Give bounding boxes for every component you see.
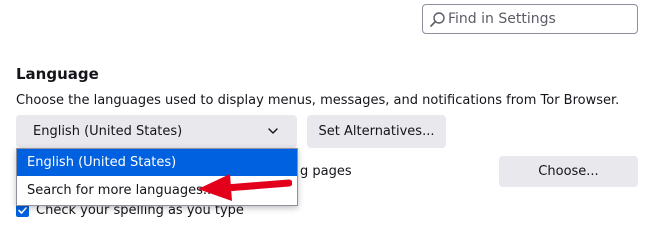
language-description: Choose the languages used to display men…	[16, 93, 620, 108]
choose-button[interactable]: Choose...	[499, 156, 638, 187]
language-select-value: English (United States)	[33, 124, 183, 139]
language-select[interactable]: English (United States)	[16, 115, 297, 148]
language-heading: Language	[16, 65, 99, 83]
search-input[interactable]: Find in Settings	[422, 4, 638, 34]
partial-label-text: g pages	[300, 164, 352, 179]
chevron-down-icon	[268, 128, 278, 134]
search-icon	[430, 12, 445, 27]
search-placeholder: Find in Settings	[448, 11, 556, 27]
red-arrow-annotation	[198, 174, 292, 201]
set-alternatives-button[interactable]: Set Alternatives...	[307, 115, 446, 148]
checkmark-icon	[18, 207, 27, 214]
